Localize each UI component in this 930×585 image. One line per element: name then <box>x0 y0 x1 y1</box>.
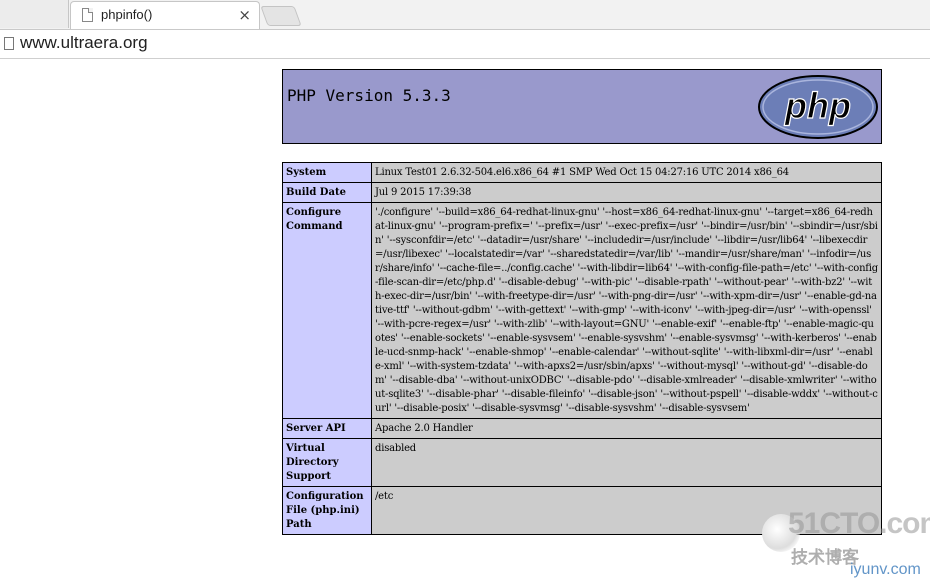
watermark-text: 技术博客 <box>791 548 859 568</box>
row-value: './configure' '--build=x86_64-redhat-lin… <box>371 202 882 419</box>
row-label: Configuration File (php.ini) Path <box>282 486 372 535</box>
row-label: Server API <box>282 418 372 439</box>
address-bar[interactable]: www.ultraera.org <box>0 30 930 59</box>
table-row: Configure Command './configure' '--build… <box>282 202 882 419</box>
tab-strip: phpinfo() × <box>0 0 930 30</box>
watermark-text: iyunv.com <box>850 561 921 578</box>
row-value: disabled <box>371 438 882 487</box>
row-value: Jul 9 2015 17:39:38 <box>371 182 882 203</box>
row-label: Configure Command <box>282 202 372 419</box>
watermark-emblem <box>762 514 800 552</box>
phpinfo-table: System Linux Test01 2.6.32-504.el6.x86_6… <box>282 162 882 535</box>
page-icon <box>4 37 14 50</box>
table-row: Build Date Jul 9 2015 17:39:38 <box>282 182 882 203</box>
url-text[interactable]: www.ultraera.org <box>20 33 148 53</box>
table-row: System Linux Test01 2.6.32-504.el6.x86_6… <box>282 162 882 183</box>
row-value: Linux Test01 2.6.32-504.el6.x86_64 #1 SM… <box>371 162 882 183</box>
row-label: Build Date <box>282 182 372 203</box>
close-tab-icon[interactable]: × <box>238 6 251 24</box>
logo-text: php <box>784 85 851 126</box>
table-row: Virtual Directory Support disabled <box>282 438 882 487</box>
php-logo: php <box>758 75 878 139</box>
previous-tab[interactable] <box>0 0 69 28</box>
row-value: /etc <box>371 486 882 535</box>
page-icon <box>82 8 93 22</box>
tab-phpinfo[interactable]: phpinfo() × <box>70 1 260 29</box>
row-label: System <box>282 162 372 183</box>
page-title: PHP Version 5.3.3 <box>287 86 451 105</box>
new-tab-button[interactable] <box>260 6 302 26</box>
php-header: PHP Version 5.3.3 php <box>282 69 882 144</box>
row-label: Virtual Directory Support <box>282 438 372 487</box>
row-value: Apache 2.0 Handler <box>371 418 882 439</box>
table-row: Server API Apache 2.0 Handler <box>282 418 882 439</box>
tab-title: phpinfo() <box>101 7 153 22</box>
